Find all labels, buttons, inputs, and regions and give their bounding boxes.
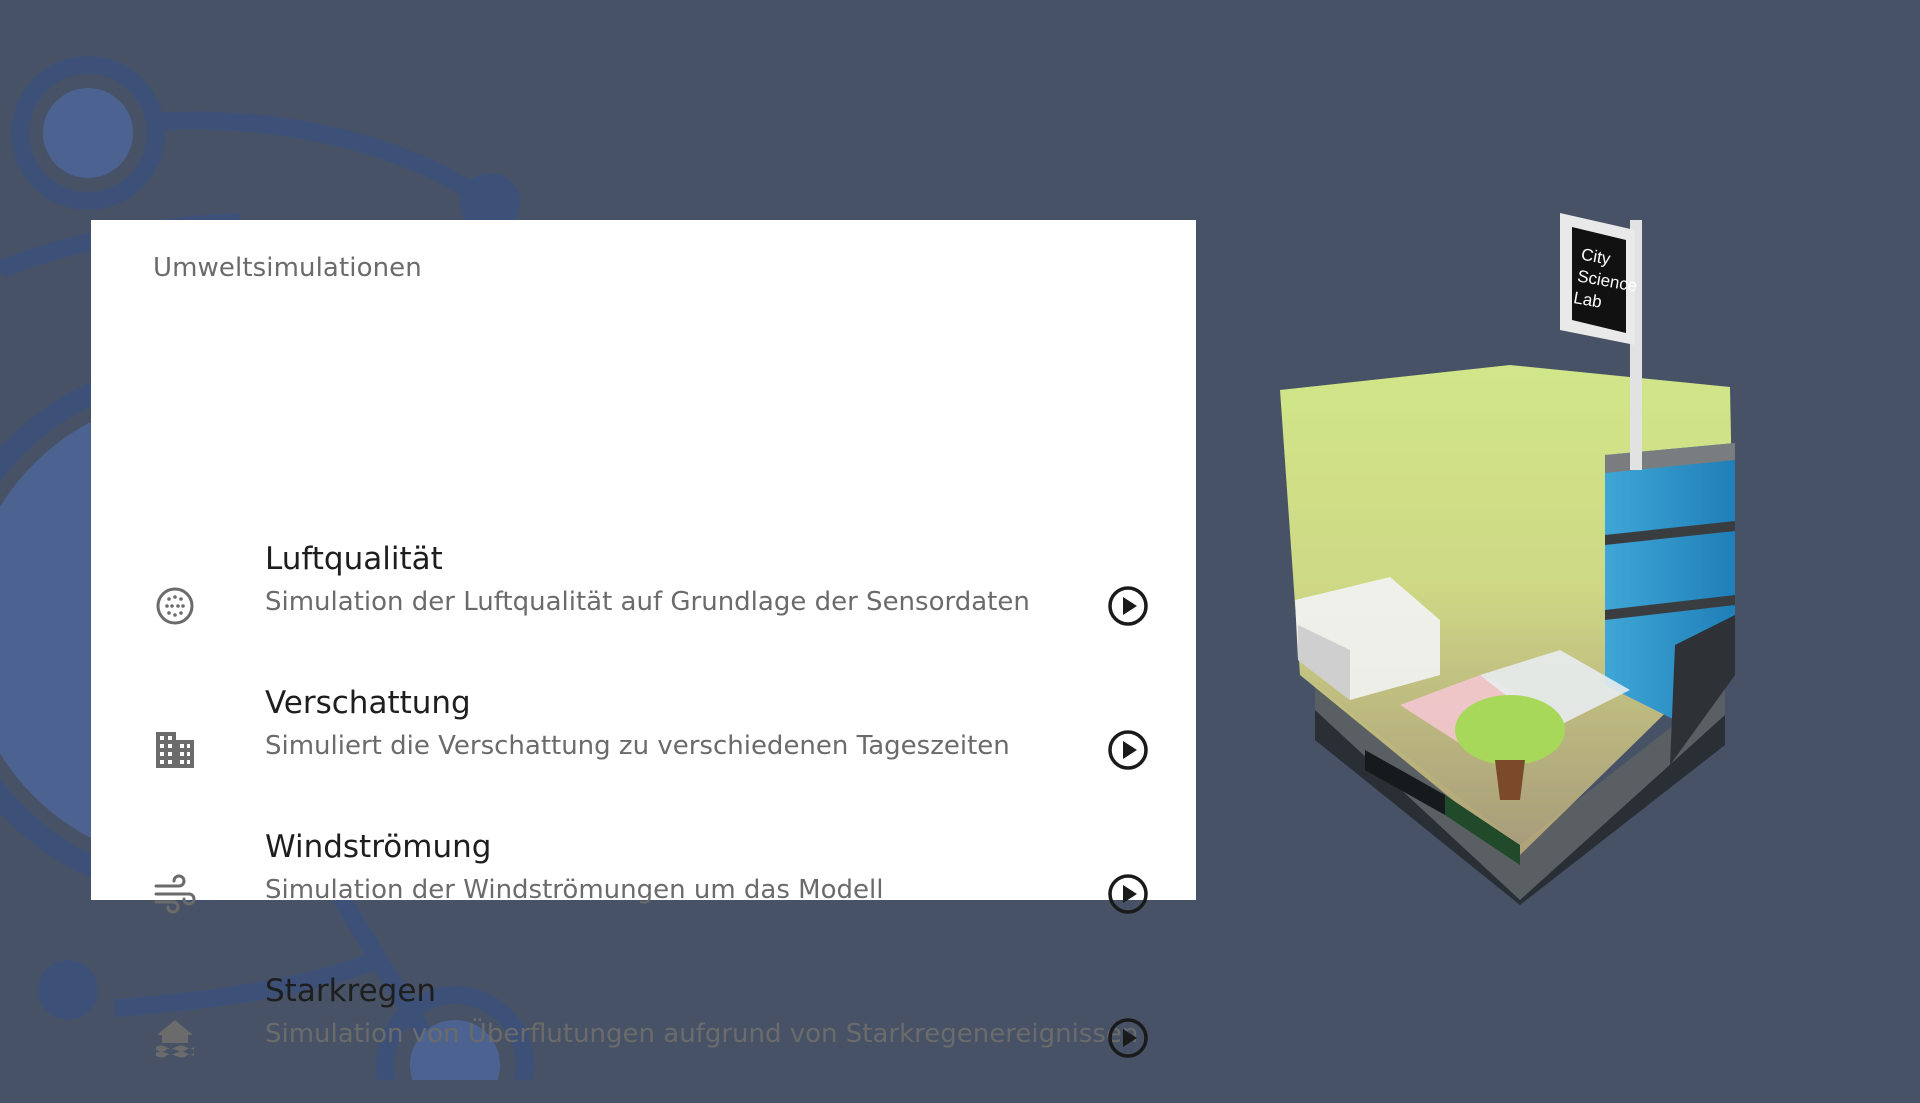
- play-icon[interactable]: [1106, 1016, 1150, 1060]
- panel-title: Umweltsimulationen: [153, 253, 422, 283]
- simulation-title: Starkregen: [265, 973, 437, 1009]
- simulation-description: Simulation der Windströmungen um das Mod…: [265, 875, 884, 905]
- simulation-title: Windströmung: [265, 829, 492, 865]
- wind-icon: [153, 872, 197, 916]
- city-model-illustration: City Science Lab: [1280, 213, 1735, 905]
- play-icon[interactable]: [1106, 584, 1150, 628]
- simulation-item-luftqualitaet[interactable]: Luftqualität Simulation der Luftqualität…: [91, 541, 1196, 671]
- simulation-item-starkregen[interactable]: Starkregen Simulation von Überflutungen …: [91, 973, 1196, 1103]
- simulation-title: Luftqualität: [265, 541, 443, 577]
- simulation-description: Simulation von Überflutungen aufgrund vo…: [265, 1019, 1139, 1049]
- building-icon: [153, 728, 197, 772]
- simulation-title: Verschattung: [265, 685, 471, 721]
- play-icon[interactable]: [1106, 872, 1150, 916]
- simulation-description: Simuliert die Verschattung zu verschiede…: [265, 731, 1010, 761]
- simulation-item-verschattung[interactable]: Verschattung Simuliert die Verschattung …: [91, 685, 1196, 815]
- simulation-item-windstroemung[interactable]: Windströmung Simulation der Windströmung…: [91, 829, 1196, 959]
- play-icon[interactable]: [1106, 728, 1150, 772]
- flood-icon: [153, 1016, 197, 1060]
- air-quality-icon: [153, 584, 197, 628]
- simulation-panel: Umweltsimulationen Luftqualität Simulati…: [91, 220, 1196, 1058]
- simulation-description: Simulation der Luftqualität auf Grundlag…: [265, 587, 1030, 617]
